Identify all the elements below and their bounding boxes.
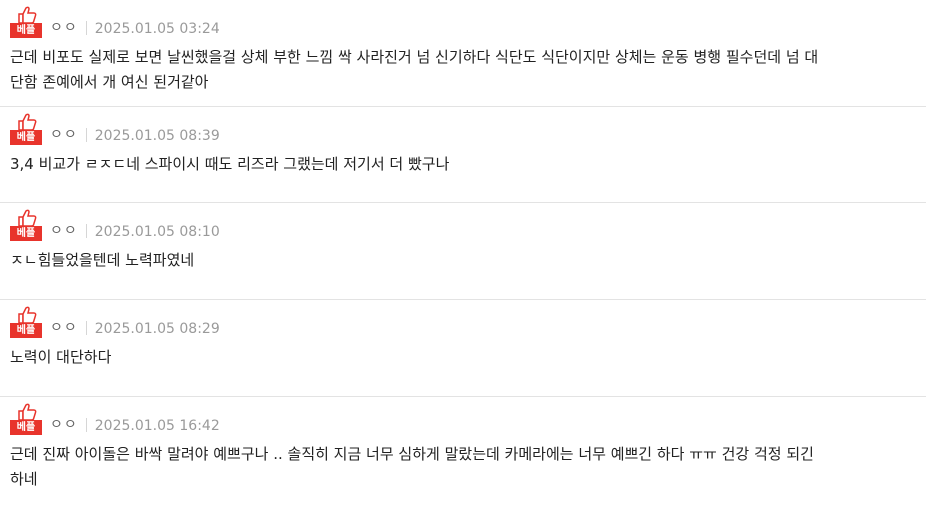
best-label: 베플 xyxy=(10,323,42,338)
best-badge: 베플 xyxy=(10,6,42,38)
comment-item: 베플 ㅇㅇ 2025.01.05 16:42 근데 진짜 아이돌은 바싹 말려야… xyxy=(0,397,926,516)
best-label: 베플 xyxy=(10,130,42,145)
divider xyxy=(85,321,87,335)
divider xyxy=(85,128,87,142)
best-badge: 베플 xyxy=(10,113,42,145)
divider xyxy=(85,21,87,35)
best-label: 베플 xyxy=(10,23,42,38)
best-badge: 베플 xyxy=(10,306,42,338)
comment-date: 2025.01.05 08:39 xyxy=(94,128,220,144)
comment-author[interactable]: ㅇㅇ xyxy=(50,317,78,338)
comment-item: 베플 ㅇㅇ 2025.01.05 03:24 근데 비포도 실제로 보면 날씬했… xyxy=(0,0,926,107)
comment-date: 2025.01.05 08:29 xyxy=(94,321,220,337)
comment-date: 2025.01.05 03:24 xyxy=(94,21,220,37)
comment-meta: 베플 ㅇㅇ 2025.01.05 08:39 xyxy=(10,107,916,145)
comment-item: 베플 ㅇㅇ 2025.01.05 08:39 3,4 비교가 ㄹㅈㄷ네 스파이시… xyxy=(0,107,926,203)
best-badge: 베플 xyxy=(10,403,42,435)
best-label: 베플 xyxy=(10,226,42,241)
comment-text: ㅈㄴ힘들었을텐데 노력파였네 xyxy=(10,251,195,269)
thumbs-up-icon xyxy=(18,113,37,131)
comment-meta: 베플 ㅇㅇ 2025.01.05 08:29 xyxy=(10,300,916,338)
comment-meta: 베플 ㅇㅇ 2025.01.05 03:24 xyxy=(10,0,916,38)
comment-text: 3,4 비교가 ㄹㅈㄷ네 스파이시 때도 리즈라 그랬는데 저기서 더 빴구나 xyxy=(10,155,450,173)
comment-item: 베플 ㅇㅇ 2025.01.05 08:10 ㅈㄴ힘들었을텐데 노력파였네 xyxy=(0,203,926,300)
comment-author[interactable]: ㅇㅇ xyxy=(50,220,78,241)
comment-date: 2025.01.05 16:42 xyxy=(94,418,220,434)
comment-author[interactable]: ㅇㅇ xyxy=(50,414,78,435)
thumbs-up-icon xyxy=(18,403,37,421)
thumbs-up-icon xyxy=(18,6,37,24)
divider xyxy=(85,224,87,238)
best-badge: 베플 xyxy=(10,209,42,241)
comment-text: 노력이 대단하다 xyxy=(10,348,112,366)
comment-author[interactable]: ㅇㅇ xyxy=(50,17,78,38)
comment-author[interactable]: ㅇㅇ xyxy=(50,124,78,145)
comment-text: 근데 비포도 실제로 보면 날씬했을걸 상체 부한 느낌 싹 사라진거 넘 신기… xyxy=(10,48,819,91)
comment-date: 2025.01.05 08:10 xyxy=(94,224,220,240)
comment-meta: 베플 ㅇㅇ 2025.01.05 08:10 xyxy=(10,203,916,241)
comment-meta: 베플 ㅇㅇ 2025.01.05 16:42 xyxy=(10,397,916,435)
divider xyxy=(85,418,87,432)
comment-item: 베플 ㅇㅇ 2025.01.05 08:29 노력이 대단하다 xyxy=(0,300,926,397)
comment-text: 근데 진짜 아이돌은 바싹 말려야 예쁘구나 .. 솔직히 지금 너무 심하게 … xyxy=(10,445,814,488)
thumbs-up-icon xyxy=(18,306,37,324)
thumbs-up-icon xyxy=(18,209,37,227)
comment-list: 베플 ㅇㅇ 2025.01.05 03:24 근데 비포도 실제로 보면 날씬했… xyxy=(0,0,926,516)
best-label: 베플 xyxy=(10,420,42,435)
